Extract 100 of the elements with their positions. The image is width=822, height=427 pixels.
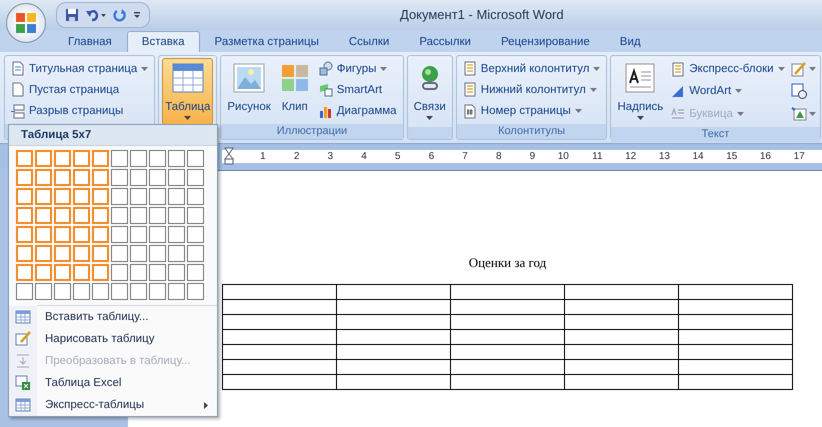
grid-cell[interactable] (168, 226, 185, 243)
grid-cell[interactable] (73, 169, 90, 186)
grid-cell[interactable] (16, 283, 33, 300)
ribbon-tab[interactable]: Разметка страницы (200, 31, 334, 52)
grid-cell[interactable] (35, 245, 52, 262)
ribbon-tab[interactable]: Главная (53, 31, 127, 52)
grid-cell[interactable] (111, 169, 128, 186)
grid-cell[interactable] (168, 207, 185, 224)
grid-cell[interactable] (73, 245, 90, 262)
grid-cell[interactable] (16, 226, 33, 243)
grid-cell[interactable] (73, 283, 90, 300)
grid-cell[interactable] (35, 150, 52, 167)
grid-cell[interactable] (130, 264, 147, 281)
grid-cell[interactable] (111, 264, 128, 281)
ribbon-item[interactable]: Фигуры (316, 60, 400, 78)
grid-cell[interactable] (54, 207, 71, 224)
grid-cell[interactable] (111, 283, 128, 300)
grid-cell[interactable] (149, 207, 166, 224)
grid-cell[interactable] (130, 150, 147, 167)
office-button[interactable] (6, 3, 46, 43)
ribbon-item[interactable]: Нижний колонтитул (460, 81, 604, 98)
grid-cell[interactable] (168, 188, 185, 205)
grid-cell[interactable] (16, 188, 33, 205)
ribbon-item[interactable]: Верхний колонтитул (460, 60, 604, 78)
ribbon-tab[interactable]: Рассылки (404, 31, 486, 52)
grid-cell[interactable] (187, 150, 204, 167)
grid-cell[interactable] (130, 169, 147, 186)
grid-cell[interactable] (35, 283, 52, 300)
grid-cell[interactable] (168, 150, 185, 167)
grid-cell[interactable] (35, 169, 52, 186)
grid-cell[interactable] (92, 188, 109, 205)
ribbon-item[interactable]: Номер страницы (460, 102, 604, 120)
grid-cell[interactable] (130, 226, 147, 243)
ribbon-item[interactable]: Пустая страница (8, 81, 152, 98)
grid-cell[interactable] (73, 207, 90, 224)
grid-cell[interactable] (111, 150, 128, 167)
grid-cell[interactable] (73, 226, 90, 243)
grid-cell[interactable] (168, 169, 185, 186)
grid-cell[interactable] (35, 226, 52, 243)
grid-cell[interactable] (187, 207, 204, 224)
grid-cell[interactable] (92, 169, 109, 186)
grid-cell[interactable] (35, 264, 52, 281)
grid-cell[interactable] (16, 169, 33, 186)
ribbon-item[interactable]: Диаграмма (316, 102, 400, 120)
grid-cell[interactable] (149, 226, 166, 243)
ribbon-button[interactable]: Рисунок (224, 58, 274, 122)
ribbon-item[interactable]: Титульная страница (8, 60, 152, 78)
ribbon-item[interactable]: WordArt (668, 82, 788, 100)
ribbon-item[interactable]: Разрыв страницы (8, 102, 152, 120)
grid-cell[interactable] (92, 150, 109, 167)
save-icon[interactable] (65, 8, 79, 22)
grid-cell[interactable] (73, 264, 90, 281)
grid-cell[interactable] (73, 150, 90, 167)
ribbon-button[interactable]: Надпись (614, 58, 666, 125)
ribbon-tab[interactable]: Вид (604, 31, 656, 52)
grid-cell[interactable] (54, 188, 71, 205)
grid-cell[interactable] (111, 226, 128, 243)
grid-cell[interactable] (168, 264, 185, 281)
grid-cell[interactable] (168, 245, 185, 262)
grid-cell[interactable] (16, 245, 33, 262)
grid-cell[interactable] (35, 207, 52, 224)
grid-cell[interactable] (111, 207, 128, 224)
grid-cell[interactable] (149, 169, 166, 186)
grid-cell[interactable] (92, 283, 109, 300)
ribbon-button[interactable]: Клип (276, 58, 314, 122)
grid-cell[interactable] (73, 188, 90, 205)
grid-cell[interactable] (187, 169, 204, 186)
grid-cell[interactable] (130, 283, 147, 300)
grid-cell[interactable] (149, 283, 166, 300)
ribbon-tab[interactable]: Ссылки (334, 31, 404, 52)
redo-icon[interactable] (113, 8, 127, 22)
grid-cell[interactable] (149, 245, 166, 262)
indent-marker-icon[interactable] (224, 146, 234, 164)
grid-cell[interactable] (149, 150, 166, 167)
grid-cell[interactable] (92, 245, 109, 262)
ribbon-tab[interactable]: Рецензирование (486, 31, 605, 52)
grid-cell[interactable] (16, 207, 33, 224)
grid-cell[interactable] (92, 207, 109, 224)
grid-cell[interactable] (54, 169, 71, 186)
grid-cell[interactable] (187, 226, 204, 243)
grid-cell[interactable] (130, 245, 147, 262)
ribbon-tool-button[interactable] (790, 104, 817, 123)
customize-icon[interactable] (133, 10, 141, 20)
grid-cell[interactable] (149, 264, 166, 281)
grid-cell[interactable] (16, 264, 33, 281)
grid-cell[interactable] (149, 188, 166, 205)
grid-cell[interactable] (187, 264, 204, 281)
ribbon-tool-button[interactable] (790, 60, 817, 78)
grid-cell[interactable] (92, 226, 109, 243)
grid-cell[interactable] (54, 264, 71, 281)
ribbon-tab[interactable]: Вставка (126, 31, 200, 52)
grid-cell[interactable] (130, 188, 147, 205)
grid-cell[interactable] (92, 264, 109, 281)
grid-cell[interactable] (16, 150, 33, 167)
undo-icon[interactable] (85, 8, 107, 22)
grid-cell[interactable] (54, 150, 71, 167)
grid-cell[interactable] (187, 188, 204, 205)
ribbon-item[interactable]: Экспресс-блоки (668, 60, 788, 78)
ribbon-item[interactable]: SmartArt (316, 81, 400, 98)
grid-cell[interactable] (54, 245, 71, 262)
